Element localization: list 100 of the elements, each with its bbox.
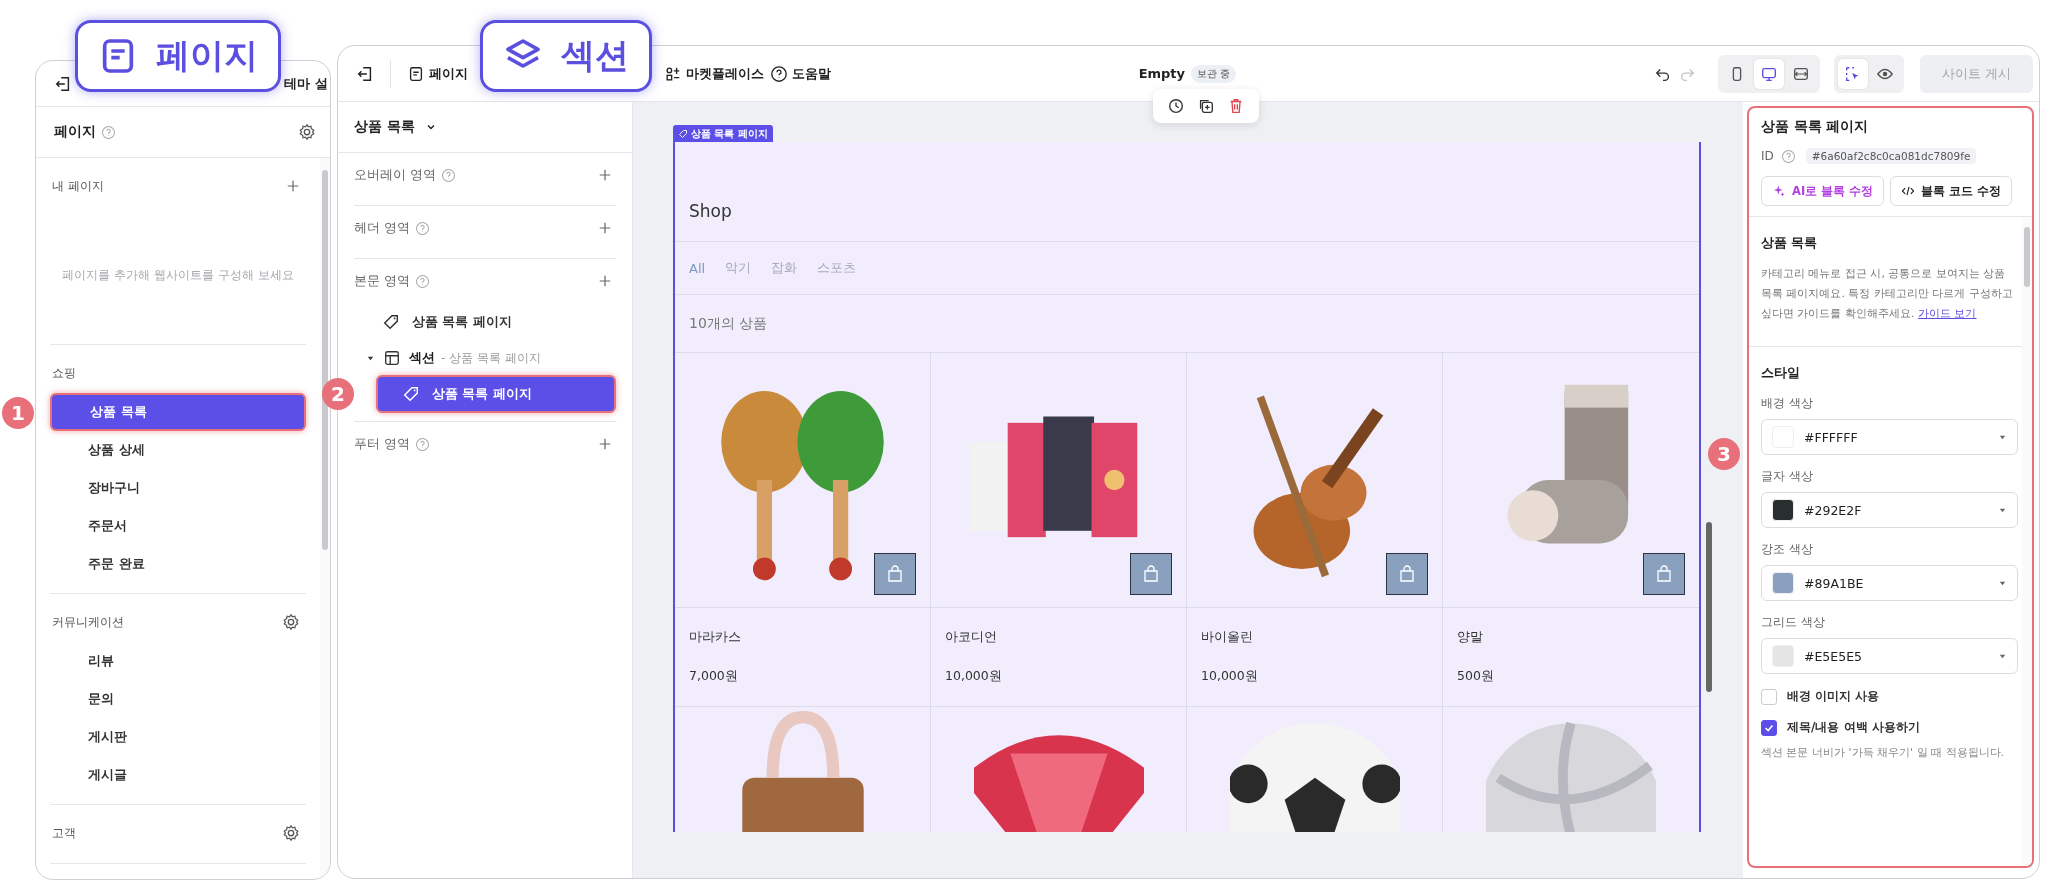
- tag-icon: [382, 313, 400, 331]
- checkbox-label: 제목/내용 여백 사용하기: [1787, 719, 1920, 736]
- select-tool-button[interactable]: [1837, 58, 1868, 89]
- product-name[interactable]: 바이올린: [1201, 629, 1442, 646]
- area-label: 본문 영역: [354, 272, 410, 290]
- product-name[interactable]: 양말: [1457, 629, 1699, 646]
- callout-label: 섹션: [480, 20, 652, 92]
- block-item[interactable]: 상품 목록 페이지: [376, 375, 616, 413]
- area-label: 푸터 영역: [354, 435, 410, 453]
- step-marker: 2: [322, 378, 354, 410]
- color-swatch: [1772, 645, 1794, 667]
- product-price: 7,000원: [689, 668, 739, 685]
- add-to-cart-button[interactable]: [1643, 553, 1685, 595]
- page-item[interactable]: 주문 완료: [50, 545, 306, 583]
- code-icon: [1901, 184, 1916, 198]
- product-name[interactable]: 아코디언: [945, 629, 1186, 646]
- add-icon[interactable]: [598, 437, 612, 451]
- id-label: ID: [1761, 149, 1774, 163]
- group-label: 커뮤니케이션: [52, 614, 124, 630]
- block-id: #6a60af2c8c0ca081dc7809fe: [1805, 148, 1977, 164]
- section-frame[interactable]: Shop All 악기 잡화 스포츠 10개의 상품 마라카스 7,000원 아코디언 10,000원 바이올린 10,000원 양말 500원: [673, 142, 1701, 832]
- add-to-cart-button[interactable]: [1130, 553, 1172, 595]
- callout-label: 페이지: [75, 20, 281, 92]
- add-icon[interactable]: [598, 168, 612, 182]
- color-swatch: [1772, 499, 1794, 521]
- page-dropdown[interactable]: 상품 목록: [354, 118, 437, 136]
- group-label: 고객: [52, 825, 76, 841]
- style-title: 스타일: [1761, 365, 1801, 382]
- empty-message: 페이지를 추가해 웹사이트를 구성해 보세요: [50, 206, 306, 345]
- field-label: 그리드 색상: [1761, 615, 1826, 630]
- section-subtitle: - 상품 목록 페이지: [441, 349, 541, 367]
- bag-icon: [1141, 564, 1161, 584]
- page-item[interactable]: 게시글: [50, 756, 306, 794]
- product-price: 500원: [1457, 668, 1495, 685]
- exit-icon[interactable]: [54, 74, 72, 93]
- add-to-cart-button[interactable]: [874, 553, 916, 595]
- page-item[interactable]: 주문서: [50, 507, 306, 545]
- area-label: 헤더 영역: [354, 219, 410, 237]
- page-item[interactable]: 장바구니: [50, 469, 306, 507]
- bag-icon: [1654, 564, 1674, 584]
- settings-icon[interactable]: [282, 824, 300, 842]
- field-label: 글자 색상: [1761, 469, 1814, 484]
- ai-edit-button[interactable]: AI로 블록 수정: [1761, 176, 1885, 206]
- color-select[interactable]: #89A1BE: [1761, 565, 2018, 601]
- product-price: 10,000원: [945, 668, 1003, 685]
- description-text: 카테고리 메뉴로 접근 시, 공통으로 보여지는 상품 목록 페이지예요. 특정 카테고리만 다르게 구성하고싶다면 가이드를 확인해주세요. 가이드 보기: [1761, 266, 2014, 322]
- apps-icon: [664, 64, 682, 83]
- add-icon[interactable]: [598, 221, 612, 235]
- scrollbar[interactable]: [320, 158, 330, 879]
- help-button[interactable]: 도움말: [770, 60, 831, 87]
- panel-title: 페이지: [54, 123, 96, 141]
- section-title: 상품 목록: [1761, 235, 1819, 252]
- color-select[interactable]: #292E2F: [1761, 492, 2018, 528]
- page-item[interactable]: 상품 상세: [50, 431, 306, 469]
- guide-link[interactable]: 가이드 보기: [1918, 307, 1977, 320]
- group-label: 내 페이지: [52, 178, 104, 194]
- help-icon: [770, 64, 788, 83]
- marketplace-button[interactable]: 마켓플레이스: [664, 60, 764, 87]
- desktop-view-button[interactable]: [1753, 58, 1784, 89]
- block-title: 상품 목록 페이지: [1761, 118, 1870, 136]
- bag-icon: [1397, 564, 1417, 584]
- bag-icon: [885, 564, 905, 584]
- settings-icon[interactable]: [298, 123, 316, 141]
- checkbox-label: 배경 이미지 사용: [1787, 688, 1880, 705]
- checkbox[interactable]: [1761, 719, 1777, 736]
- sparkle-icon: [1772, 184, 1786, 198]
- product-name[interactable]: 마라카스: [689, 629, 930, 646]
- tag-icon: [678, 128, 688, 139]
- area-label: 오버레이 영역: [354, 166, 436, 184]
- theme-tab[interactable]: 테마 설: [284, 74, 330, 93]
- add-icon[interactable]: [598, 274, 612, 288]
- step-marker: 1: [2, 397, 34, 429]
- product-price: 10,000원: [1201, 668, 1259, 685]
- document-title: Empty: [1138, 66, 1186, 81]
- scrollbar[interactable]: [2022, 217, 2032, 866]
- page-icon: [407, 64, 425, 83]
- color-select[interactable]: #FFFFFF: [1761, 419, 2018, 455]
- add-to-cart-button[interactable]: [1386, 553, 1428, 595]
- block-item[interactable]: 상품 목록 페이지: [354, 303, 616, 341]
- exit-icon[interactable]: [356, 64, 374, 83]
- status-badge: 보관 중: [1191, 64, 1237, 83]
- page-item[interactable]: 문의: [50, 680, 306, 718]
- page-item[interactable]: 리뷰: [50, 642, 306, 680]
- shop-title: Shop: [689, 201, 732, 221]
- page-item[interactable]: 상품 목록: [50, 393, 306, 431]
- block-tag[interactable]: 상품 목록 페이지: [673, 125, 773, 142]
- tag-icon: [402, 385, 420, 403]
- layout-icon: [383, 349, 401, 367]
- settings-icon[interactable]: [282, 613, 300, 631]
- section-name[interactable]: 섹션: [409, 349, 435, 367]
- field-label: 강조 색상: [1761, 542, 1814, 557]
- page-item[interactable]: 게시판: [50, 718, 306, 756]
- code-edit-button[interactable]: 블록 코드 수정: [1890, 176, 2013, 206]
- color-swatch: [1772, 572, 1794, 594]
- field-label: 배경 색상: [1761, 396, 1814, 411]
- duplicate-icon[interactable]: [1197, 97, 1215, 115]
- pages-button[interactable]: 페이지: [407, 60, 468, 87]
- color-select[interactable]: #E5E5E5: [1761, 638, 2018, 674]
- help-text: 섹션 본문 너비가 '가득 채우기' 일 때 적용됩니다.: [1761, 745, 2006, 761]
- add-icon[interactable]: [286, 179, 300, 193]
